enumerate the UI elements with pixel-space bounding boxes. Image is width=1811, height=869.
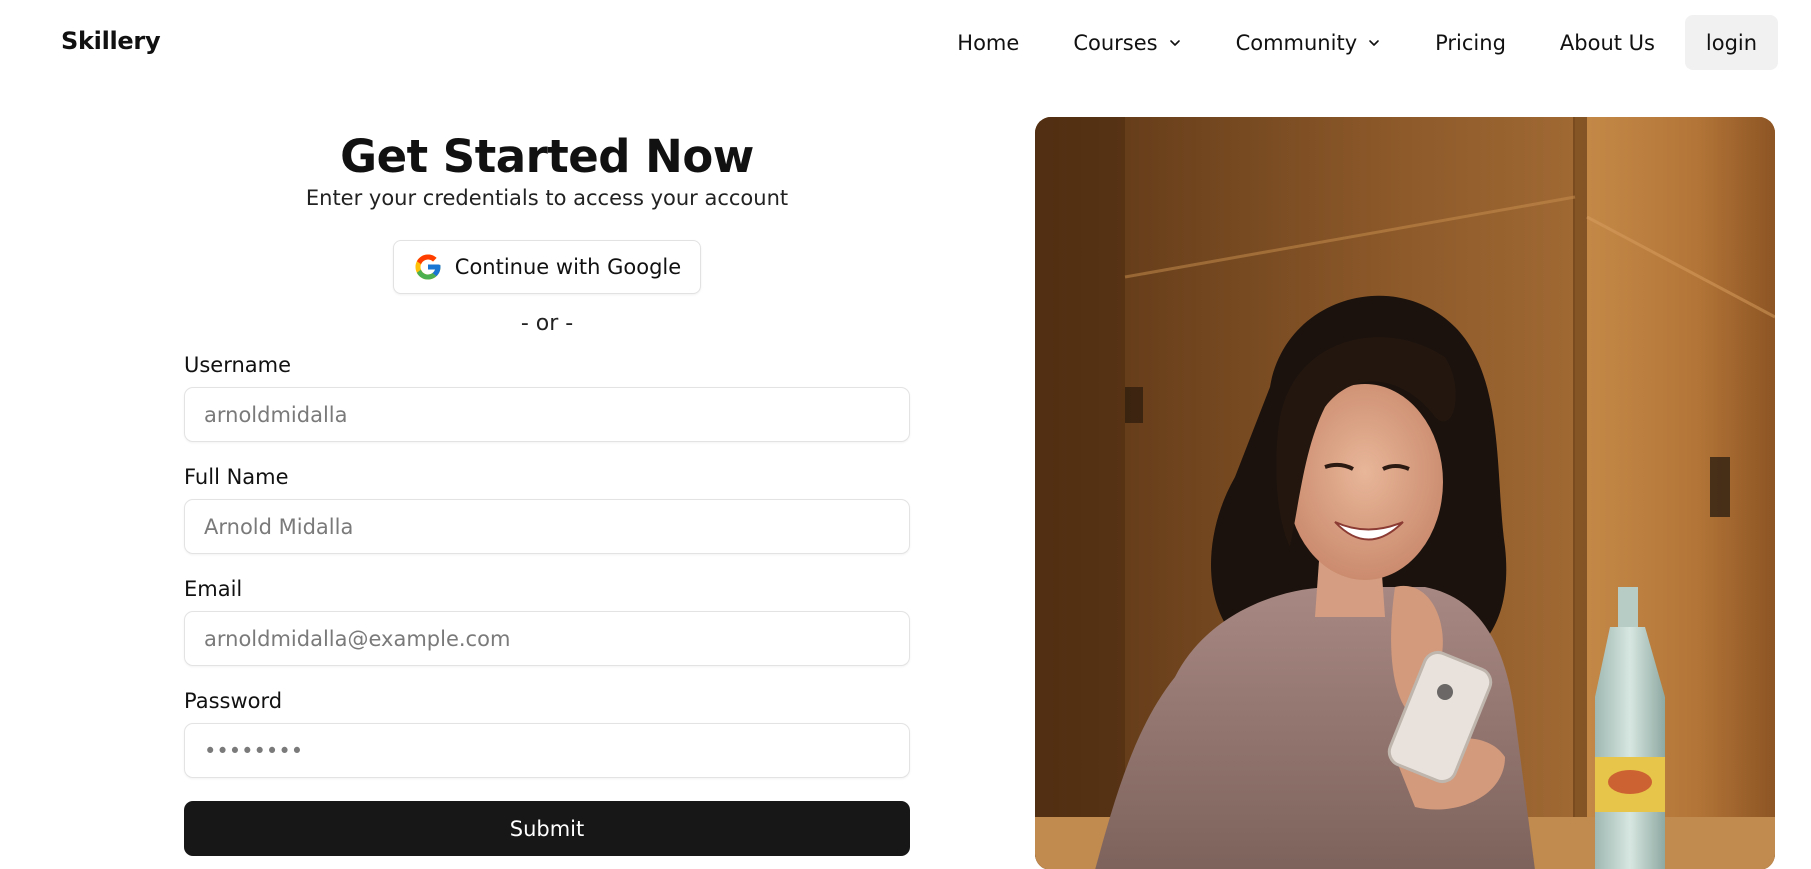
- full-name-label: Full Name: [184, 465, 289, 489]
- username-label: Username: [184, 353, 292, 377]
- nav-item-label: Courses: [1073, 30, 1158, 55]
- hero-photo: [1035, 117, 1775, 869]
- submit-button[interactable]: Submit: [184, 801, 910, 856]
- nav-item-courses[interactable]: Courses: [1073, 31, 1181, 55]
- brand-logo[interactable]: Skillery: [61, 27, 161, 55]
- nav-item-about-us[interactable]: About Us: [1560, 31, 1655, 55]
- full-name-input[interactable]: [184, 499, 910, 554]
- page-subtitle: Enter your credentials to access your ac…: [305, 186, 789, 210]
- email-label: Email: [184, 577, 243, 601]
- nav-item-label: Home: [957, 30, 1020, 55]
- main-nav: Home Courses Community Pricing About Us …: [957, 15, 1778, 70]
- nav-item-home[interactable]: Home: [957, 31, 1019, 55]
- google-button-label: Continue with Google: [454, 255, 682, 279]
- nav-item-label: About Us: [1559, 30, 1655, 55]
- chevron-down-icon: [1169, 39, 1180, 46]
- email-input[interactable]: [184, 611, 910, 666]
- woman-smiling-at-phone-photo: [1035, 117, 1775, 869]
- google-signin-button[interactable]: Continue with Google: [393, 240, 701, 294]
- password-label: Password: [184, 689, 283, 713]
- page-title: Get Started Now: [340, 130, 754, 183]
- or-divider: - or -: [520, 311, 574, 336]
- nav-item-community[interactable]: Community: [1236, 31, 1382, 55]
- password-input[interactable]: [184, 723, 910, 778]
- chevron-down-icon: [1369, 39, 1379, 46]
- nav-item-label: Pricing: [1435, 30, 1506, 55]
- nav-item-pricing[interactable]: Pricing: [1435, 31, 1506, 55]
- username-input[interactable]: [184, 387, 910, 442]
- google-logo-icon: [415, 254, 441, 280]
- login-button[interactable]: login: [1685, 15, 1778, 70]
- nav-item-label: Community: [1235, 30, 1358, 55]
